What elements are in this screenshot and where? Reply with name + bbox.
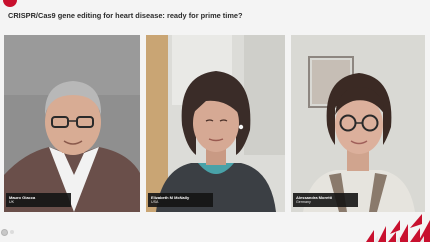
page-title: CRISPR/Cas9 gene editing for heart disea…: [8, 11, 243, 20]
video-tile-participant-1[interactable]: Mauro Giacca UK: [4, 35, 140, 212]
participant-video: [291, 35, 425, 212]
participant-country: USA: [151, 200, 159, 204]
player-control-icon[interactable]: [1, 229, 8, 236]
participant-nametag: Elizabeth M McNally USA: [148, 193, 213, 207]
participant-country: UK: [9, 200, 14, 204]
brand-logo-mark: [3, 0, 17, 7]
video-tile-participant-3[interactable]: Alessandra Moretti Germany: [291, 35, 425, 212]
video-tile-participant-2[interactable]: Elizabeth M McNally USA: [146, 35, 285, 212]
participant-video: [4, 35, 140, 212]
participant-country: Germany: [296, 200, 311, 204]
participant-nametag: Mauro Giacca UK: [6, 193, 71, 207]
brand-triangle-pattern: [366, 214, 430, 242]
participant-video: [146, 35, 285, 212]
participant-nametag: Alessandra Moretti Germany: [293, 193, 358, 207]
player-indicator-icon: [10, 230, 14, 234]
